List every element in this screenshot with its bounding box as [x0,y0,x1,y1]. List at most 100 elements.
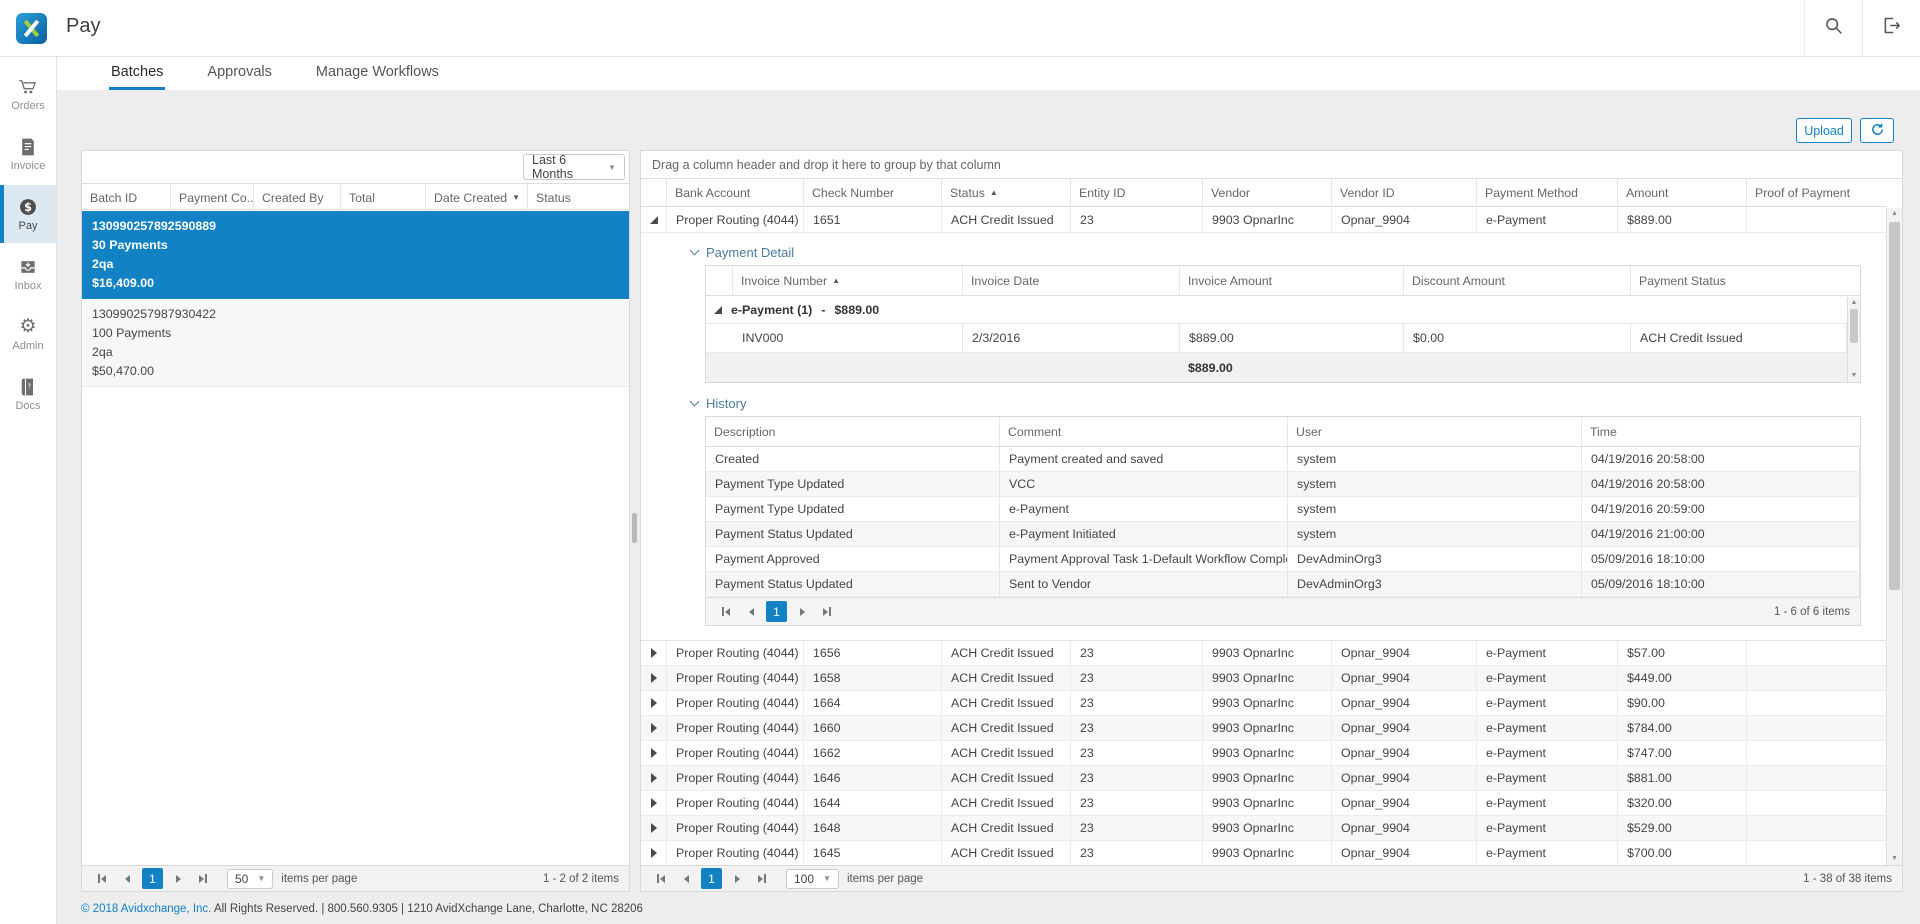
payment-detail-col-payment-status[interactable]: Payment Status [1631,266,1860,295]
payment-detail-heading[interactable]: Payment Detail [691,239,1861,265]
expand-row-button[interactable] [641,816,667,840]
scroll-up-icon[interactable]: ▲ [1887,209,1902,219]
tab-batches[interactable]: Batches [109,57,165,90]
refresh-button[interactable] [1860,118,1894,143]
expand-row-button[interactable] [641,766,667,790]
payment-detail-group-row[interactable]: e-Payment (1)-$889.00 [706,296,1847,324]
logout-button[interactable] [1862,0,1920,56]
batches-col-total[interactable]: Total [341,184,426,209]
batches-col-batch-id[interactable]: Batch ID [82,184,171,209]
group-by-drop-zone[interactable]: Drag a column header and drop it here to… [641,151,1902,179]
payments-col-check-number[interactable]: Check Number [804,179,942,206]
payments-first-page-button[interactable] [651,869,671,889]
payments-col-bank-account[interactable]: Bank Account [667,179,804,206]
tab-approvals[interactable]: Approvals [205,57,273,90]
payments-col-payment-method[interactable]: Payment Method [1477,179,1618,206]
search-button[interactable] [1804,0,1862,56]
batches-prev-page-button[interactable] [117,869,137,889]
payments-col-status[interactable]: Status▲ [942,179,1071,206]
scroll-down-icon[interactable]: ▼ [1848,371,1860,381]
payments-current-page[interactable]: 1 [701,868,722,889]
payments-col-proof-of-payment[interactable]: Proof of Payment [1747,179,1886,206]
payments-col-vendor-id[interactable]: Vendor ID [1332,179,1477,206]
payments-scrollbar[interactable]: ▲ ▼ [1886,208,1902,865]
payment-row[interactable]: Proper Routing (4044)1658ACH Credit Issu… [641,666,1886,691]
expand-row-button[interactable] [641,841,667,865]
history-first-page-button[interactable] [716,602,736,622]
payment-detail-col-invoice-number[interactable]: Invoice Number▲ [733,266,963,295]
batches-first-page-button[interactable] [92,869,112,889]
expand-row-button[interactable] [641,641,667,665]
payments-last-page-button[interactable] [752,869,772,889]
avidxchange-logo[interactable] [16,13,47,44]
batches-col-created-by[interactable]: Created By [254,184,341,209]
batches-col-status[interactable]: Status [528,184,629,209]
payment-detail-col-discount-amount[interactable]: Discount Amount [1404,266,1631,295]
date-range-filter-dropdown[interactable]: Last 6 Months ▼ [523,154,625,180]
payment-detail-col-invoice-amount[interactable]: Invoice Amount [1180,266,1404,295]
scrollbar-thumb[interactable] [1850,309,1858,343]
footer: © 2018 Avidxchange, Inc. All Rights Rese… [81,903,643,915]
batch-row[interactable]: 130990257987930422100 Payments2qa$50,470… [82,299,629,387]
history-next-page-button[interactable] [792,602,812,622]
sidebar-item-admin[interactable]: ⚙Admin [0,305,56,363]
sidebar-item-pay[interactable]: $Pay [0,185,56,243]
batch-row[interactable]: 13099025789259088930 Payments2qa$16,409.… [82,211,629,299]
payment-row[interactable]: Proper Routing (4044)1651ACH Credit Issu… [641,208,1886,233]
payment-row[interactable]: Proper Routing (4044)1656ACH Credit Issu… [641,641,1886,666]
batches-col-date-created[interactable]: Date Created▼ [426,184,528,209]
sidebar-item-inbox[interactable]: Inbox [0,245,56,303]
tab-manage-workflows[interactable]: Manage Workflows [314,57,441,90]
payments-col-entity-id[interactable]: Entity ID [1071,179,1203,206]
batches-last-page-button[interactable] [193,869,213,889]
expand-row-button[interactable] [641,716,667,740]
sidebar-item-invoice[interactable]: Invoice [0,125,56,183]
scroll-down-icon[interactable]: ▼ [1887,854,1902,864]
panel-splitter-handle[interactable] [632,513,637,543]
payments-next-page-button[interactable] [727,869,747,889]
history-last-page-button[interactable] [817,602,837,622]
history-cell-comment: VCC [1000,472,1288,496]
history-prev-page-button[interactable] [741,602,761,622]
payment-row[interactable]: Proper Routing (4044)1662ACH Credit Issu… [641,741,1886,766]
payments-prev-page-button[interactable] [676,869,696,889]
history-col-user[interactable]: User [1288,417,1582,446]
payment-row[interactable]: Proper Routing (4044)1645ACH Credit Issu… [641,841,1886,865]
payments-col-amount[interactable]: Amount [1618,179,1747,206]
payment-cell-vendor: 9903 OpnarInc [1203,208,1332,232]
payment-detail-col-invoice-date[interactable]: Invoice Date [963,266,1180,295]
payment-detail-row[interactable]: INV0002/3/2016$889.00$0.00ACH Credit Iss… [706,324,1847,353]
expand-row-button[interactable] [641,791,667,815]
scrollbar-thumb[interactable] [1889,222,1900,590]
history-heading[interactable]: History [691,390,1861,416]
batches-next-page-button[interactable] [168,869,188,889]
history-col-comment[interactable]: Comment [1000,417,1288,446]
batches-current-page[interactable]: 1 [142,868,163,889]
history-col-time[interactable]: Time [1582,417,1860,446]
payments-page-size-dropdown[interactable]: 100▼ [786,869,839,889]
batches-page-size-dropdown[interactable]: 50▼ [227,869,273,889]
payment-row[interactable]: Proper Routing (4044)1646ACH Credit Issu… [641,766,1886,791]
expand-row-button[interactable] [641,691,667,715]
expand-row-button[interactable] [641,741,667,765]
upload-button[interactable]: Upload [1796,118,1852,143]
copyright-link[interactable]: © 2018 Avidxchange, Inc. [81,903,211,915]
collapse-row-button[interactable] [641,208,667,232]
payment-row[interactable]: Proper Routing (4044)1644ACH Credit Issu… [641,791,1886,816]
payment-row[interactable]: Proper Routing (4044)1664ACH Credit Issu… [641,691,1886,716]
payments-col-vendor[interactable]: Vendor [1203,179,1332,206]
history-col-description[interactable]: Description [706,417,1000,446]
sidebar-item-docs[interactable]: ?Docs [0,365,56,423]
payment-row[interactable]: Proper Routing (4044)1660ACH Credit Issu… [641,716,1886,741]
invoice-icon [18,137,38,157]
detail-cell-payment-status: ACH Credit Issued [1631,324,1847,352]
history-current-page[interactable]: 1 [766,601,787,622]
sidebar-item-orders[interactable]: Orders [0,65,56,123]
scroll-up-icon[interactable]: ▲ [1848,298,1860,308]
payment-row[interactable]: Proper Routing (4044)1648ACH Credit Issu… [641,816,1886,841]
payment-detail-scrollbar[interactable]: ▲ ▼ [1847,297,1860,382]
sidebar-item-label: Docs [15,400,40,412]
expand-row-button[interactable] [641,666,667,690]
batches-col-payment-co[interactable]: Payment Co... [171,184,254,209]
history-row: Payment Status UpdatedSent to VendorDevA… [706,572,1860,597]
